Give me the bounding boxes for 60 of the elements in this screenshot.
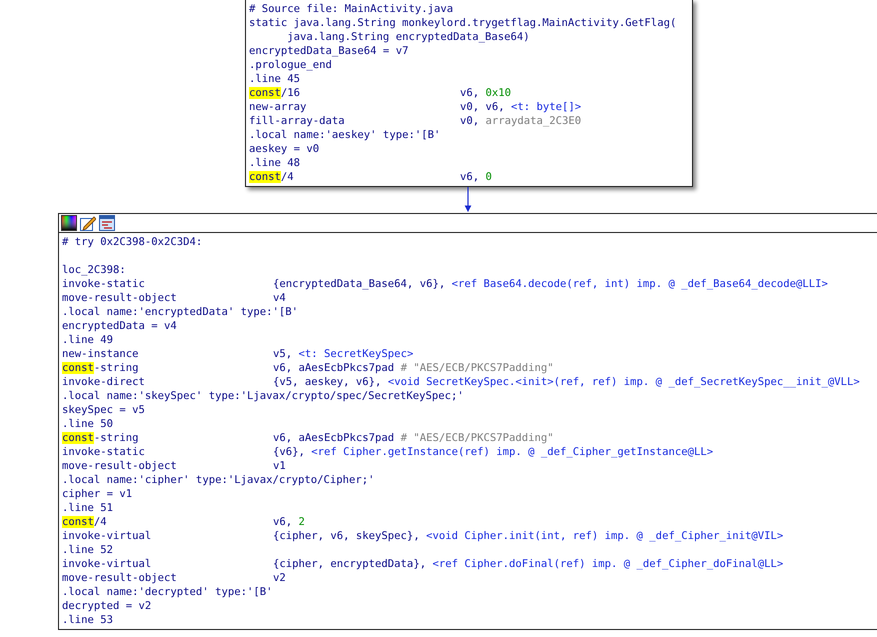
instruction-operands: v1 — [273, 459, 286, 473]
code-line: .line 45 — [249, 72, 300, 86]
code-line: invoke-direct — [62, 375, 146, 389]
instruction-operands: v6, 0x10 — [460, 86, 512, 100]
instruction-operands: v2 — [273, 571, 286, 585]
code-line: .line 53 — [62, 613, 114, 627]
code-line: .local name:'encryptedData' type:'[B' — [62, 305, 298, 319]
code-line: invoke-static — [62, 277, 146, 291]
code-line: const/4 — [249, 170, 295, 184]
code-line: new-instance — [62, 347, 140, 361]
code-line: .line 52 — [62, 543, 114, 557]
code-line: move-result-object — [62, 571, 178, 585]
code-line: invoke-static — [62, 445, 146, 459]
color-palette-icon[interactable] — [61, 215, 77, 231]
pencil-edit-icon[interactable] — [80, 215, 96, 231]
instruction-operands: v6, aAesEcbPkcs7pad # "AES/ECB/PKCS7Padding" — [273, 361, 554, 375]
flow-arrow — [463, 187, 473, 213]
instruction-operands: v0, v6, <t: byte[]> — [460, 100, 582, 114]
code-line: # Source file: MainActivity.java — [249, 2, 454, 16]
instruction-operands: {cipher, encryptedData}, <ref Cipher.doFinal(ref) imp. @ _def_Cipher_doFinal@LL> — [273, 557, 784, 571]
instruction-operands: {v6}, <ref Cipher.getInstance(ref) imp. @ _def_Cipher_getInstance@LL> — [273, 445, 714, 459]
code-line: .local name:'aeskey' type:'[B' — [249, 128, 440, 142]
code-line: decrypted = v2 — [62, 599, 152, 613]
instruction-operands: v6, 2 — [273, 515, 305, 529]
instruction-operands: {v5, aeskey, v6}, <void SecretKeySpec.<init>(ref, ref) imp. @ _def_SecretKeySpec__init_@VLL> — [273, 375, 860, 389]
graph-window-icon[interactable] — [99, 215, 115, 231]
instruction-operands: v6, aAesEcbPkcs7pad # "AES/ECB/PKCS7Padding" — [273, 431, 554, 445]
instruction-operands: v6, 0 — [460, 170, 492, 184]
code-line: encryptedData = v4 — [62, 319, 177, 333]
code-line: const/4 — [62, 515, 108, 529]
code-line: const-string — [62, 361, 140, 375]
code-line: .line 48 — [249, 156, 300, 170]
code-line: .line 49 — [62, 333, 114, 347]
code-line: .line 50 — [62, 417, 114, 431]
code-line: aeskey = v0 — [249, 142, 320, 156]
instruction-operands: {cipher, v6, skeySpec}, <void Cipher.init(int, ref) imp. @ _def_Cipher_init@VIL> — [273, 529, 784, 543]
code-line: static java.lang.String monkeylord.trygetflag.MainActivity.GetFlag( — [249, 16, 676, 30]
code-line: java.lang.String encryptedData_Base64) — [286, 30, 530, 44]
code-line: encryptedData_Base64 = v7 — [249, 44, 408, 58]
code-line: move-result-object — [62, 291, 178, 305]
code-line: .line 51 — [62, 501, 114, 515]
instruction-operands: v5, <t: SecretKeySpec> — [273, 347, 414, 361]
instruction-operands: {encryptedData_Base64, v6}, <ref Base64.decode(ref, int) imp. @ _def_Base64_decode@LLI> — [273, 277, 828, 291]
code-line: .local name:'skeySpec' type:'Ljavax/crypto/spec/SecretKeySpec;' — [62, 389, 464, 403]
code-line: .prologue_end — [249, 58, 332, 72]
code-line: .local name:'cipher' type:'Ljavax/crypto/Cipher;' — [62, 473, 375, 487]
code-line: .local name:'decrypted' type:'[B' — [62, 585, 272, 599]
code-line: invoke-virtual — [62, 557, 152, 571]
code-line: const-string — [62, 431, 140, 445]
code-line: # try 0x2C398-0x2C3D4: — [62, 235, 202, 249]
code-line: const/16 — [249, 86, 302, 100]
instruction-operands: v0, arraydata_2C3E0 — [460, 114, 582, 128]
code-line: cipher = v1 — [62, 487, 132, 501]
code-line: move-result-object — [62, 459, 178, 473]
code-line: skeySpec = v5 — [62, 403, 145, 417]
code-line: loc_2C398: — [62, 263, 126, 277]
code-line: new-array — [249, 100, 308, 114]
code-line: fill-array-data — [249, 114, 346, 128]
instruction-operands: v4 — [273, 291, 286, 305]
code-line: invoke-virtual — [62, 529, 152, 543]
